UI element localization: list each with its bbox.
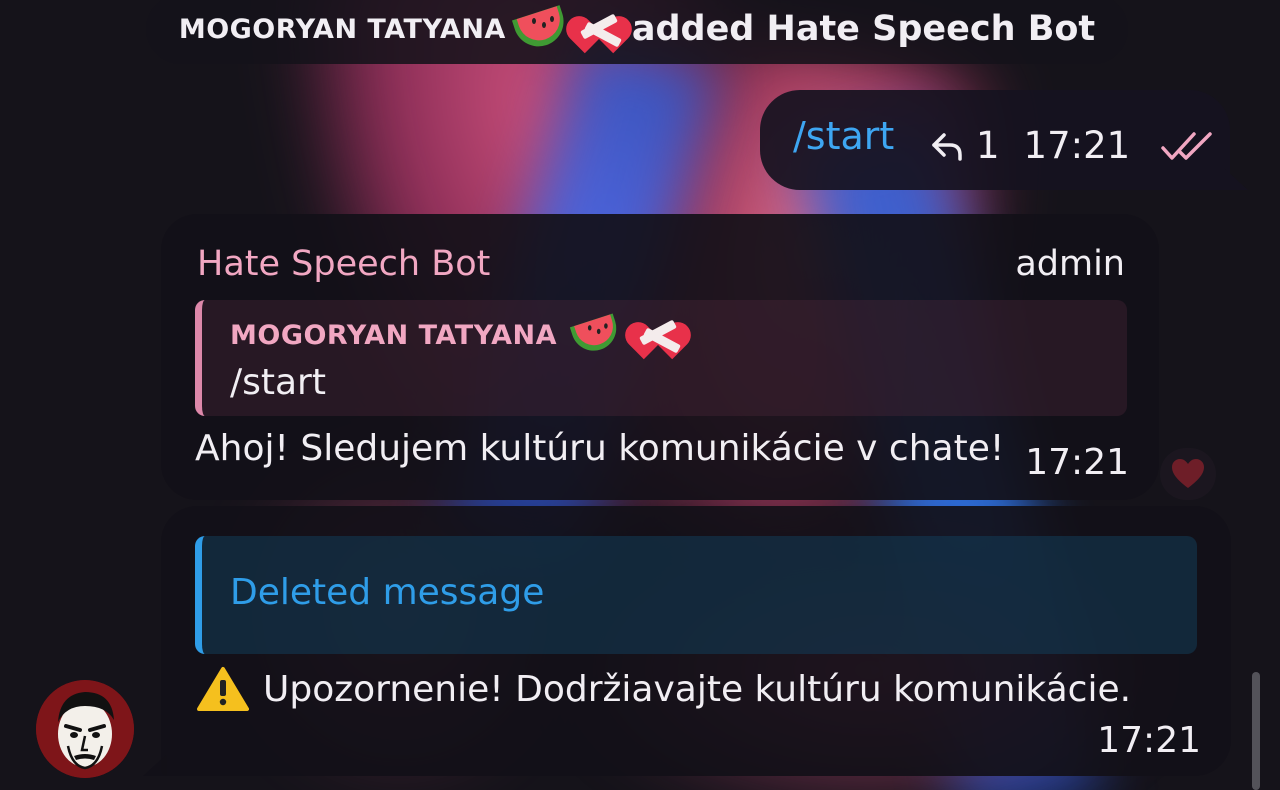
deleted-message-quote[interactable]: Deleted message: [195, 536, 1197, 654]
quote-author-row: MOGORYAN TATYANA: [230, 313, 697, 360]
double-check-icon: [1161, 131, 1212, 160]
service-text: added Hate Speech Bot: [631, 9, 1096, 49]
warning-icon: [197, 667, 249, 711]
bot-message-bubble[interactable]: Hate Speech Bot admin MOGORYAN TATYANA /…: [161, 214, 1159, 500]
chat-scrollbar[interactable]: [1252, 672, 1260, 790]
reply-count[interactable]: 1: [976, 124, 1000, 167]
message-time: 17:21: [1097, 720, 1201, 761]
reply-quote[interactable]: MOGORYAN TATYANA /start: [195, 300, 1127, 416]
deleted-message-label: Deleted message: [230, 572, 545, 613]
reaction-badge[interactable]: [1160, 448, 1216, 500]
message-time: 17:21: [1023, 124, 1131, 167]
message-text: Upozornenie! Dodržiavajte kultúru komuni…: [263, 668, 1132, 710]
bot-command-link[interactable]: /start: [793, 114, 894, 158]
warning-message-bubble[interactable]: Deleted message Upozornenie! Dodržiavajt…: [161, 506, 1231, 776]
service-message: MOGORYAN TATYANA added Hate Speech Bot: [146, 0, 1128, 64]
watermelon-emoji: [511, 5, 570, 53]
quote-text: /start: [230, 362, 326, 403]
message-meta: 1 17:21: [930, 124, 1216, 167]
message-text: Ahoj! Sledujem kultúru komunikácie v cha…: [195, 428, 1005, 469]
service-actor-name[interactable]: MOGORYAN TATYANA: [179, 14, 506, 45]
outgoing-message-bubble[interactable]: /start 1 17:21: [760, 90, 1230, 190]
message-time: 17:21: [1025, 442, 1129, 483]
watermelon-emoji: [569, 313, 623, 357]
portrait-icon: [36, 680, 134, 778]
quote-author: MOGORYAN TATYANA: [230, 319, 558, 351]
bandaged-heart-emoji: [619, 314, 697, 360]
heart-icon: [1172, 459, 1204, 488]
admin-badge: admin: [1015, 244, 1125, 284]
sender-name[interactable]: Hate Speech Bot: [197, 244, 490, 284]
bot-avatar[interactable]: [36, 680, 134, 778]
warning-line: Upozornenie! Dodržiavajte kultúru komuni…: [197, 666, 1131, 712]
bandaged-heart-emoji: [560, 8, 638, 54]
reply-icon[interactable]: [930, 131, 964, 161]
